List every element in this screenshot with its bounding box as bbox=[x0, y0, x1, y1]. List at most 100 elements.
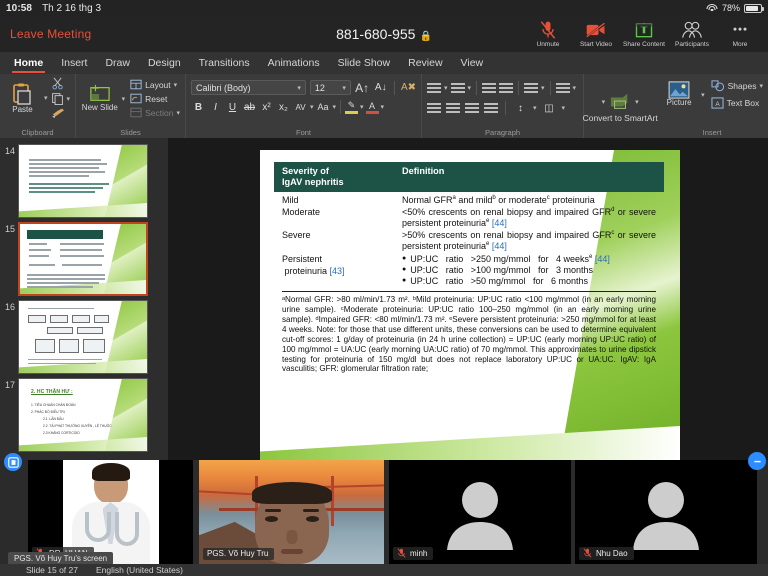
line-spacing-caret[interactable]: ▾ bbox=[541, 84, 545, 92]
align-right-icon[interactable] bbox=[465, 102, 479, 114]
table-footnote: ᵃNormal GFR: >80 ml/min/1.73 m². ᵇMild p… bbox=[282, 295, 656, 374]
italic-button[interactable]: I bbox=[208, 102, 223, 113]
section-button[interactable]: Section ▾ bbox=[130, 107, 180, 118]
tab-transitions[interactable]: Transitions bbox=[191, 55, 258, 72]
numbered-list-icon[interactable] bbox=[450, 82, 465, 94]
table-header-col1: Severity of IgAV nephritis bbox=[282, 166, 344, 187]
increase-font-size-icon[interactable]: A↑ bbox=[355, 81, 370, 95]
tab-draw[interactable]: Draw bbox=[97, 55, 138, 72]
font-color-icon[interactable]: A bbox=[365, 101, 379, 114]
smartart-left-caret[interactable]: ▾ bbox=[602, 98, 606, 106]
status-date: Th 2 16 thg 3 bbox=[42, 2, 102, 14]
slide-thumbnail-panel[interactable]: 14 15 16 17 2. HC THẬN HƯ: 1. TIÊU CHUẨ… bbox=[0, 138, 168, 460]
minimize-video-button[interactable] bbox=[748, 452, 766, 470]
clear-formatting-icon[interactable]: A✖ bbox=[401, 82, 416, 93]
video-tile-nhu-dao[interactable]: Nhu Dao bbox=[575, 460, 757, 564]
thumbnail-slide-16[interactable]: 16 bbox=[0, 296, 168, 374]
more-button[interactable]: More bbox=[716, 20, 764, 48]
font-name-input[interactable]: Calibri (Body) ▾ bbox=[191, 80, 306, 95]
strikethrough-button[interactable]: ab bbox=[242, 102, 257, 113]
font-color-caret[interactable]: ▾ bbox=[381, 103, 385, 111]
text-direction-icon[interactable]: ↕ bbox=[513, 103, 528, 114]
tab-animations[interactable]: Animations bbox=[260, 55, 328, 72]
shapes-caret[interactable]: ▾ bbox=[759, 82, 763, 90]
chevron-down-icon[interactable]: ▾ bbox=[297, 84, 301, 92]
new-slide-button[interactable]: New Slide bbox=[81, 84, 119, 112]
tab-design[interactable]: Design bbox=[140, 55, 189, 72]
leave-meeting-button[interactable]: Leave Meeting bbox=[0, 27, 91, 41]
text-box-button[interactable]: A Text Box bbox=[711, 97, 763, 109]
bulleted-list-icon[interactable] bbox=[427, 82, 441, 94]
participants-button[interactable]: Participants bbox=[668, 20, 716, 48]
text-highlight-icon[interactable]: ✎ bbox=[345, 100, 359, 114]
copy-dropdown-caret[interactable]: ▾ bbox=[66, 95, 70, 103]
decrease-indent-icon[interactable] bbox=[482, 82, 497, 94]
share-content-button[interactable]: Share Content bbox=[620, 20, 668, 48]
thumbnail-slide-14[interactable]: 14 bbox=[0, 140, 168, 218]
thumbnail-slide-15[interactable]: 15 bbox=[0, 218, 168, 296]
align-left-icon[interactable] bbox=[427, 102, 441, 114]
participants-icon bbox=[682, 21, 702, 38]
subscript-button[interactable]: x₂ bbox=[276, 102, 291, 113]
font-size-input[interactable]: 12 ▾ bbox=[309, 80, 351, 95]
bullets-caret[interactable]: ▾ bbox=[444, 84, 448, 92]
layout-dropdown-caret[interactable]: ▾ bbox=[174, 81, 178, 89]
thumbnail-slide-17[interactable]: 17 2. HC THẬN HƯ : 1. TIÊU CHUẨN CHẨN ĐO… bbox=[0, 374, 168, 452]
tab-slide-show[interactable]: Slide Show bbox=[330, 55, 399, 72]
reset-button[interactable]: Reset bbox=[130, 93, 180, 104]
text-direction-caret[interactable]: ▾ bbox=[533, 104, 537, 112]
video-tile-minh[interactable]: minh bbox=[389, 460, 571, 564]
align-text-icon[interactable]: ◫ bbox=[542, 103, 557, 114]
thumb-line: 1. TIÊU CHUẨN CHẨN ĐOÁN bbox=[31, 403, 76, 407]
expand-video-button[interactable] bbox=[4, 453, 22, 471]
copy-icon[interactable] bbox=[51, 92, 64, 105]
row-term: Mild bbox=[282, 195, 299, 206]
increase-indent-icon[interactable] bbox=[499, 82, 514, 94]
bullet-item: ● UP:UC ratio >100 mg/mmol for 3 months bbox=[402, 265, 594, 276]
paste-button[interactable]: Paste bbox=[5, 82, 40, 114]
decrease-font-size-icon[interactable]: A↓ bbox=[373, 82, 388, 93]
convert-to-smartart-button[interactable]: ▾ ▾ Convert to SmartArt bbox=[583, 74, 658, 138]
tab-view[interactable]: View bbox=[453, 55, 492, 72]
align-text-caret[interactable]: ▾ bbox=[562, 104, 566, 112]
chevron-down-icon[interactable]: ▾ bbox=[342, 84, 346, 92]
numbering-caret[interactable]: ▾ bbox=[468, 84, 472, 92]
video-tile-vo-huy-tru[interactable]: PGS. Võ Huy Tru bbox=[199, 460, 384, 564]
underline-button[interactable]: U bbox=[225, 102, 240, 113]
change-case-caret[interactable]: ▾ bbox=[333, 103, 337, 111]
character-spacing-button[interactable]: AV bbox=[293, 103, 308, 112]
align-center-icon[interactable] bbox=[446, 102, 460, 114]
change-case-button[interactable]: Aa bbox=[316, 102, 331, 112]
language-indicator[interactable]: English (United States) bbox=[96, 565, 183, 575]
superscript-button[interactable]: x² bbox=[259, 102, 274, 113]
columns-icon[interactable] bbox=[555, 82, 570, 94]
tab-review[interactable]: Review bbox=[400, 55, 450, 72]
scissors-icon[interactable] bbox=[51, 77, 65, 90]
bold-button[interactable]: B bbox=[191, 102, 206, 113]
current-slide[interactable]: Severity of IgAV nephritis Definition Mil… bbox=[260, 150, 680, 460]
section-dropdown-caret[interactable]: ▾ bbox=[176, 109, 180, 117]
more-dots-icon bbox=[733, 27, 747, 31]
tab-insert[interactable]: Insert bbox=[53, 55, 95, 72]
paste-dropdown-caret[interactable]: ▾ bbox=[44, 94, 48, 102]
picture-button[interactable]: Picture bbox=[661, 81, 697, 107]
shapes-button[interactable]: Shapes ▾ bbox=[711, 80, 763, 92]
char-spacing-caret[interactable]: ▾ bbox=[310, 103, 314, 111]
layout-button[interactable]: Layout ▾ bbox=[130, 79, 180, 90]
new-slide-dropdown-caret[interactable]: ▾ bbox=[122, 95, 126, 103]
thumb-line: 2.2. TÁI PHÁT THƯỜNG XUYÊN , LỆ THUỘC bbox=[43, 424, 112, 428]
participants-label: Participants bbox=[675, 41, 709, 48]
format-painter-icon[interactable] bbox=[51, 107, 65, 119]
justify-icon[interactable] bbox=[484, 102, 498, 114]
video-tile-dr-huan[interactable]: DR. HUAN bbox=[28, 460, 193, 564]
smartart-dropdown-caret[interactable]: ▾ bbox=[635, 98, 639, 106]
picture-dropdown-caret[interactable]: ▾ bbox=[701, 91, 705, 99]
line-spacing-icon[interactable] bbox=[524, 82, 539, 94]
layout-icon bbox=[130, 79, 142, 90]
unmute-button[interactable]: Unmute bbox=[524, 20, 572, 48]
participant-name: PGS. Võ Huy Tru bbox=[207, 549, 269, 558]
highlight-caret[interactable]: ▾ bbox=[360, 103, 364, 111]
start-video-button[interactable]: Start Video bbox=[572, 20, 620, 48]
tab-home[interactable]: Home bbox=[6, 55, 51, 73]
columns-caret[interactable]: ▾ bbox=[573, 84, 577, 92]
